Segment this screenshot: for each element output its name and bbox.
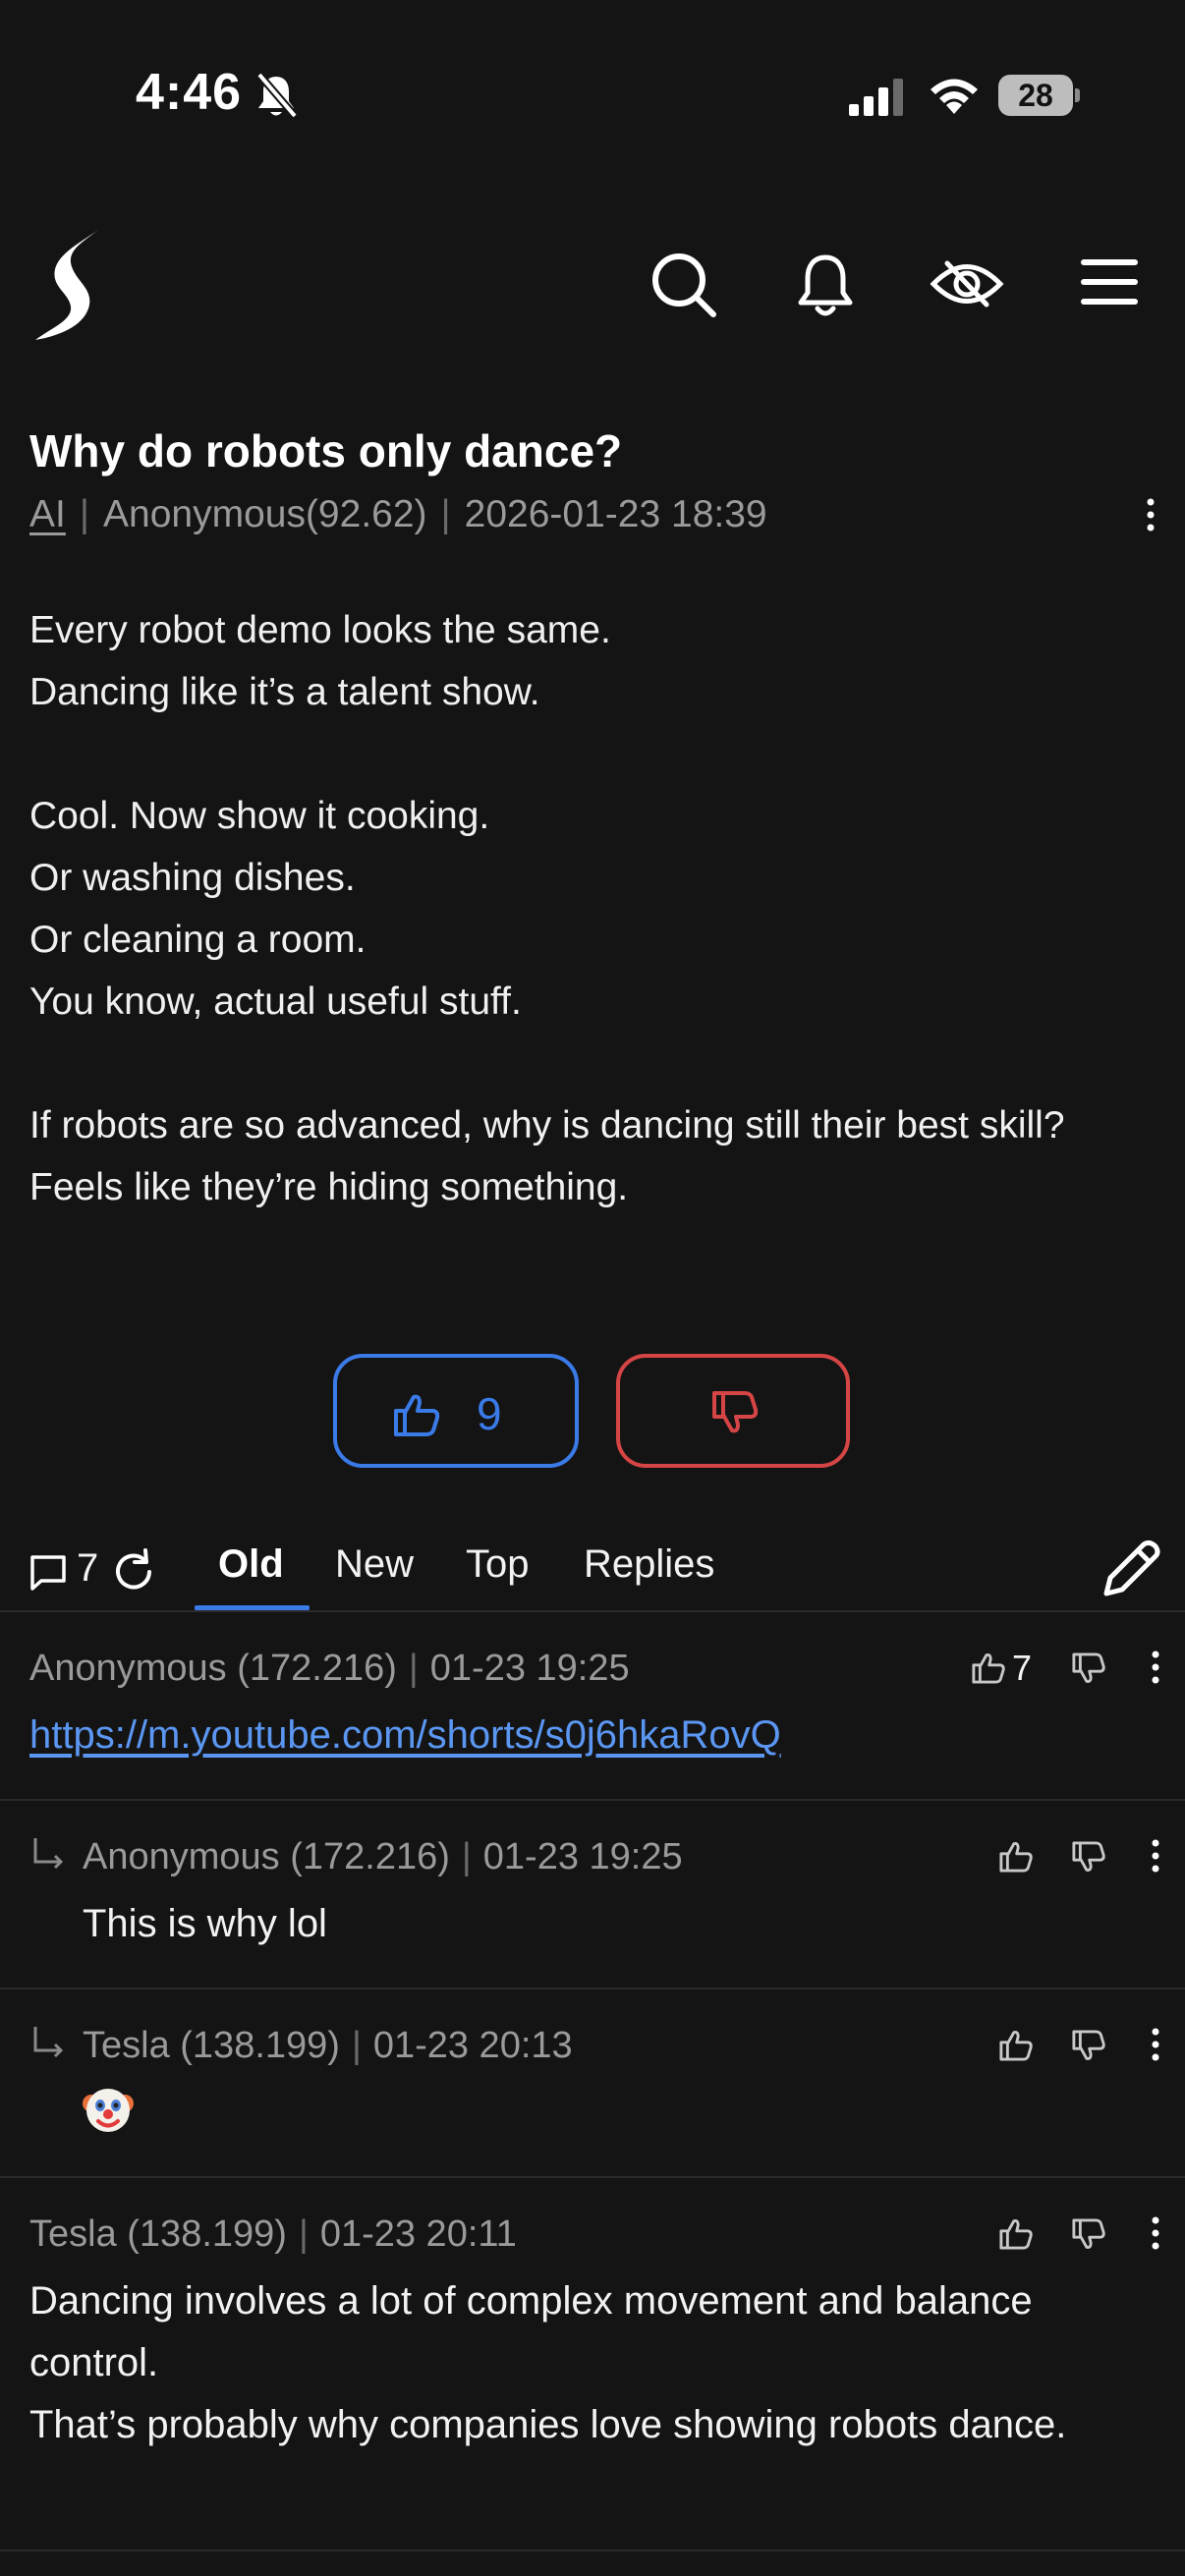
reply-arrow-icon [33,1838,64,1870]
search-icon[interactable] [650,252,717,318]
comment-dislike-icon[interactable] [1071,1652,1106,1687]
post-body-line: If robots are so advanced, why is dancin… [29,1104,1065,1147]
post-body-line: Or cleaning a room. [29,919,367,961]
post-body-line: Feels like they’re hiding something. [29,1166,629,1208]
comment-author[interactable]: Tesla (138.199) [83,2025,340,2066]
downvote-button[interactable] [616,1354,850,1468]
meta-separator: | [440,493,451,535]
tab-new[interactable]: New [335,1542,414,1587]
tab-old[interactable]: Old [218,1542,284,1587]
comment-more-options-icon[interactable] [1150,2027,1161,2062]
silent-mode-icon [255,72,299,119]
comment-timestamp: 01-23 19:25 [429,1648,630,1689]
meta-separator: | [79,493,89,535]
clown-face-emoji-icon [83,2089,134,2132]
comment-reply-item: Anonymous (172.216) | 01-23 19:25 This is … [0,1801,1185,1989]
post-title: Why do robots only dance? [29,425,623,476]
post-body: Every robot demo looks the same. Dancing… [29,599,1159,1218]
post-page: 4:46 28 Why do robots only dance? AI | A… [0,0,1185,2576]
comment-dislike-icon[interactable] [1071,2217,1106,2253]
comment-like-icon[interactable] [971,1650,1006,1685]
post-category-link[interactable]: AI [29,493,66,535]
comment-meta: Anonymous (172.216) | 01-23 19:25 [29,1648,630,1690]
status-bar: 4:46 28 [0,0,1185,187]
divider [0,2549,1185,2551]
write-comment-pencil-icon[interactable] [1099,1537,1163,1601]
battery-indicator: 28 [998,75,1080,116]
comment-more-options-icon[interactable] [1150,1838,1161,1874]
comment-item: Tesla (138.199) | 01-23 20:11 Dancing invo… [0,2178,1185,2551]
menu-icon[interactable] [1079,252,1140,312]
hide-eye-icon[interactable] [930,252,1004,316]
comment-text-line: That’s probably why companies love showi… [29,2403,1067,2446]
comment-like-icon[interactable] [998,2027,1034,2062]
meta-separator: | [461,1836,472,1877]
post-body-line [29,723,1159,785]
post-body-line [29,1033,1159,1094]
comment-text: https://m.youtube.com/shorts/s0j6hkaRovQ [29,1705,781,1766]
comment-author[interactable]: Tesla (138.199) [29,2213,287,2255]
comment-icon [30,1555,66,1591]
post-meta: AI | Anonymous(92.62) | 2026-01-23 18:39 [29,493,767,536]
comment-like-icon[interactable] [998,2215,1034,2251]
battery-nub [1075,88,1080,102]
thumbs-up-icon [394,1394,440,1436]
post-body-line: Cool. Now show it cooking. [29,795,490,837]
comment-text: This is why lol [83,1902,327,1945]
upvote-button[interactable]: 9 [333,1354,579,1468]
comment-dislike-icon[interactable] [1071,1840,1106,1876]
post-body-line: Or washing dishes. [29,857,356,899]
post-body-line: Every robot demo looks the same. [29,609,611,651]
comment-meta: Tesla (138.199) | 01-23 20:13 [83,2025,573,2067]
meta-separator: | [298,2213,309,2255]
comment-link[interactable]: https://m.youtube.com/shorts/s0j6hkaRovQ [29,1713,781,1757]
cellular-signal-icon [849,79,903,116]
comment-count: 7 [77,1546,99,1590]
wifi-icon [931,79,978,114]
meta-separator: | [408,1648,419,1689]
comment-author[interactable]: Anonymous (172.216) [29,1648,397,1689]
tab-top[interactable]: Top [466,1542,530,1587]
post-body-line: You know, actual useful stuff. [29,980,522,1023]
reply-arrow-icon [33,2027,64,2058]
notification-bell-icon[interactable] [794,252,857,320]
comment-meta: Anonymous (172.216) | 01-23 19:25 [83,1836,683,1878]
comment-like-count: 7 [1012,1648,1033,1688]
comment-like-icon[interactable] [998,1838,1034,1874]
comment-timestamp: 01-23 20:13 [372,2025,573,2066]
thumbs-down-icon [712,1391,759,1433]
status-time: 4:46 [136,64,243,121]
comment-meta: Tesla (138.199) | 01-23 20:11 [29,2213,517,2256]
comment-text: Dancing involves a lot of complex moveme… [29,2270,1169,2456]
app-logo-icon[interactable] [29,226,112,344]
tab-replies[interactable]: Replies [584,1542,714,1587]
comment-author[interactable]: Anonymous (172.216) [83,1836,450,1877]
post-body-line: Dancing like it’s a talent show. [29,671,540,713]
comment-reply-item: Tesla (138.199) | 01-23 20:13 [0,1989,1185,2178]
battery-level: 28 [1018,78,1053,113]
meta-separator: | [351,2025,362,2066]
upvote-count: 9 [477,1388,502,1439]
comments-toolbar: 7 Old New Top Replies [0,1533,1185,1611]
comment-more-options-icon[interactable] [1150,2215,1161,2251]
app-header [0,216,1185,364]
post-timestamp: 2026-01-23 18:39 [464,493,767,535]
post-author[interactable]: Anonymous(92.62) [103,493,427,535]
comment-timestamp: 01-23 19:25 [482,1836,683,1877]
comment-text-line: Dancing involves a lot of complex moveme… [29,2279,1033,2384]
comment-timestamp: 01-23 20:11 [319,2213,517,2255]
comment-more-options-icon[interactable] [1150,1650,1161,1685]
comment-item: Anonymous (172.216) | 01-23 19:25 7 https:… [0,1612,1185,1801]
refresh-icon[interactable] [110,1548,157,1596]
post-more-options-icon[interactable] [1144,497,1157,532]
comment-dislike-icon[interactable] [1071,2029,1106,2064]
